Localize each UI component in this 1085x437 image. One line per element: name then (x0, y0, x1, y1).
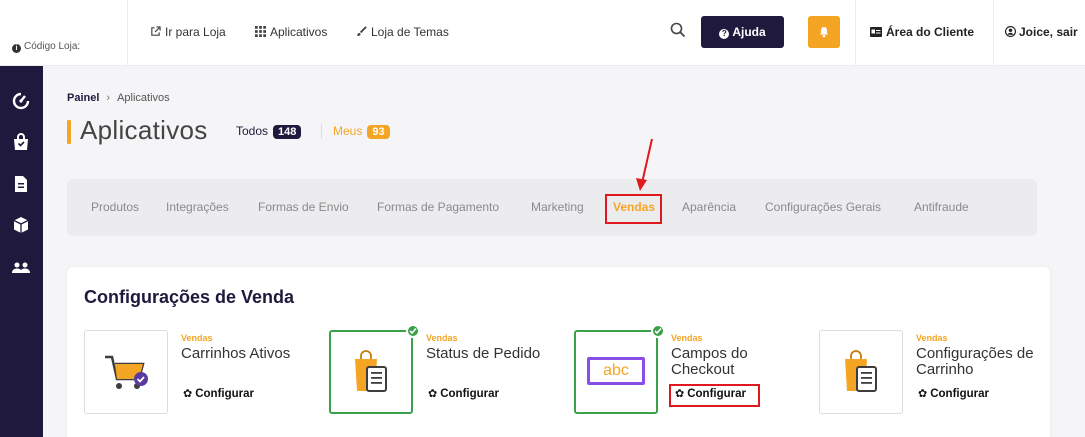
configure-button[interactable]: ✿ Configurar (918, 387, 989, 400)
app-image[interactable] (84, 330, 168, 414)
abc-field-icon: abc (587, 357, 645, 385)
installed-check-icon (406, 324, 420, 338)
cart-icon (105, 355, 148, 389)
order-status-icon (355, 350, 387, 392)
cart-settings-icon (845, 350, 877, 392)
app-name: Campos do Checkout (671, 345, 748, 378)
app-image[interactable] (819, 330, 903, 414)
installed-check-icon (651, 324, 665, 338)
configure-button[interactable]: ✿ Configurar (183, 387, 254, 400)
app-name: Carrinhos Ativos (181, 345, 291, 362)
gear-icon: ✿ (183, 388, 193, 400)
highlight-box (669, 384, 760, 407)
configure-button[interactable]: ✿ Configurar (428, 387, 499, 400)
gear-icon: ✿ (918, 388, 928, 400)
app-name: Configurações de Carrinho (916, 345, 1034, 378)
app-category: Vendas (916, 333, 948, 343)
app-image[interactable] (329, 330, 413, 414)
app-image[interactable]: abc (574, 330, 658, 414)
app-name: Status de Pedido (426, 345, 541, 362)
section-title: Configurações de Venda (84, 287, 295, 307)
app-category: Vendas (671, 333, 703, 343)
gear-icon: ✿ (428, 388, 438, 400)
app-category: Vendas (181, 333, 213, 343)
app-category: Vendas (426, 333, 458, 343)
